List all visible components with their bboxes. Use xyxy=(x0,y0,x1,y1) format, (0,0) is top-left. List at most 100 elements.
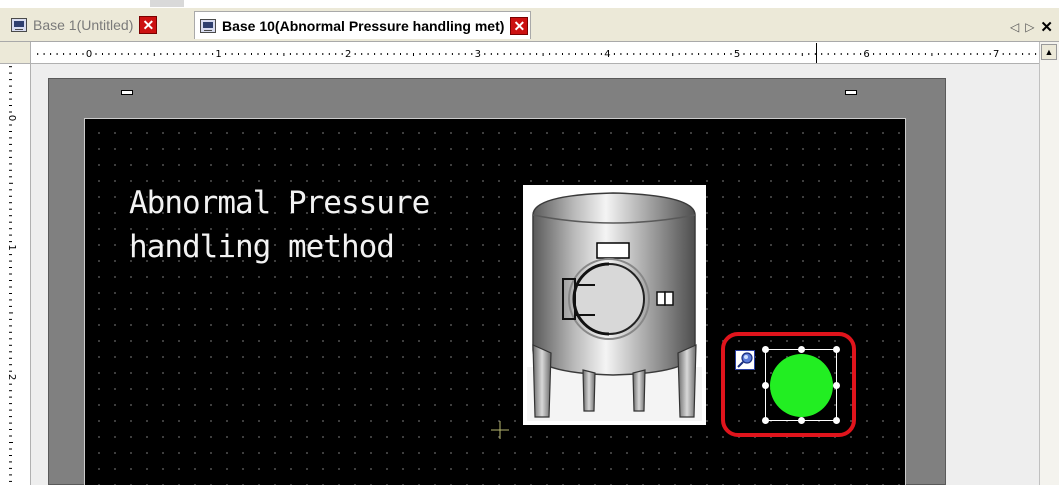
toolbar-fragment xyxy=(150,0,184,7)
close-editor-icon[interactable]: ✕ xyxy=(1040,18,1053,36)
ruler-tick xyxy=(9,208,12,210)
ruler-tick xyxy=(588,53,589,55)
scroll-up-button[interactable]: ▲ xyxy=(1041,44,1057,60)
ruler-tick xyxy=(9,182,13,184)
ruler-tick xyxy=(9,331,12,333)
lamp-indicator[interactable] xyxy=(770,354,833,417)
ruler-tick xyxy=(892,53,894,55)
ruler-tick xyxy=(1002,53,1004,55)
selection-handle[interactable] xyxy=(762,346,769,353)
ruler-tick xyxy=(834,53,836,55)
ruler-tick xyxy=(37,53,39,55)
ruler-tick xyxy=(322,53,324,55)
ruler-tick xyxy=(9,202,12,204)
tab-base-10[interactable]: Base 10(Abnormal Pressure handling met) … xyxy=(194,11,532,39)
tab-base-1[interactable]: Base 1(Untitled) ✕ xyxy=(6,11,158,39)
ruler-tick xyxy=(873,53,875,55)
selection-handle[interactable] xyxy=(798,346,805,353)
ruler-tick xyxy=(717,53,719,55)
tab-next-icon[interactable]: ▷ xyxy=(1025,20,1034,34)
ruler-tick xyxy=(562,53,563,55)
selection-handle[interactable] xyxy=(762,382,769,389)
ruler-tick xyxy=(257,53,259,55)
ruler-tick xyxy=(490,53,492,55)
ruler-tick xyxy=(918,53,920,55)
ruler-tick xyxy=(983,53,985,55)
ruler-tick xyxy=(1028,53,1030,55)
ruler-label: 5 xyxy=(734,49,740,60)
selection-handle[interactable] xyxy=(833,346,840,353)
ruler-tick xyxy=(9,241,12,243)
ruler-tick xyxy=(9,260,12,262)
ruler-tick xyxy=(912,53,913,55)
ruler-tick xyxy=(698,53,700,55)
ruler-tick xyxy=(9,189,12,191)
selection-handle[interactable] xyxy=(798,417,805,424)
ruler-tick xyxy=(471,53,473,55)
tab-prev-icon[interactable]: ◁ xyxy=(1010,20,1019,34)
text-line: handling method xyxy=(129,229,395,265)
ruler-tick xyxy=(9,467,12,469)
ruler-tick xyxy=(944,53,946,55)
ruler-tick xyxy=(549,53,551,55)
ruler-tick xyxy=(9,150,12,152)
ruler-tick xyxy=(536,53,538,55)
ruler-tick xyxy=(639,53,641,55)
close-tab-icon[interactable]: ✕ xyxy=(139,16,158,34)
drawing-workspace[interactable]: Abnormal Pressure handling method xyxy=(31,64,1039,485)
ruler-tick xyxy=(9,280,12,281)
vertical-scrollbar[interactable]: ▲ xyxy=(1039,42,1059,485)
ruler-tick xyxy=(374,53,376,55)
resize-handle[interactable] xyxy=(121,90,133,95)
ruler-label: 7 xyxy=(993,49,999,60)
ruler-tick xyxy=(9,131,12,132)
ruler-tick xyxy=(341,53,343,55)
ruler-tick xyxy=(9,234,12,236)
tab-label: Base 10(Abnormal Pressure handling met) xyxy=(222,17,505,34)
ruler-tick xyxy=(1009,53,1011,55)
ruler-tick xyxy=(283,53,285,56)
resize-handle[interactable] xyxy=(845,90,857,95)
ruler-tick xyxy=(976,53,978,55)
ruler-tick xyxy=(484,53,486,55)
screen-canvas[interactable]: Abnormal Pressure handling method xyxy=(84,118,906,485)
ruler-tick xyxy=(9,357,12,359)
ruler-tick xyxy=(626,53,628,55)
close-tab-icon[interactable]: ✕ xyxy=(510,16,529,35)
canvas-text-object[interactable]: Abnormal Pressure handling method xyxy=(129,181,430,269)
ruler-tick xyxy=(225,53,227,55)
selection-handle[interactable] xyxy=(833,417,840,424)
ruler-tick xyxy=(289,53,291,55)
parts-magnifier-icon[interactable] xyxy=(735,350,755,370)
lamp-selection-box[interactable] xyxy=(762,346,840,424)
ruler-tick xyxy=(50,53,52,55)
ruler-tick xyxy=(1035,53,1037,55)
ruler-tick xyxy=(853,53,855,55)
ruler-tick xyxy=(9,351,12,353)
ruler-tick xyxy=(659,53,661,55)
selection-handle[interactable] xyxy=(833,382,840,389)
ruler-tick xyxy=(387,53,389,55)
ruler-label: 4 xyxy=(604,49,610,60)
ruler-tick xyxy=(186,53,188,55)
ruler-tick xyxy=(9,480,12,482)
horizontal-ruler: 0 1 2 3 4 5 6 7 xyxy=(31,42,1039,64)
ruler-tick xyxy=(555,53,557,55)
tank-icon[interactable] xyxy=(523,185,706,425)
ruler-tick xyxy=(127,53,129,55)
ruler-tick xyxy=(9,254,12,256)
ruler-tick xyxy=(9,390,12,392)
ruler-tick xyxy=(600,53,602,55)
ruler-tick xyxy=(9,72,12,74)
selection-handle[interactable] xyxy=(762,417,769,424)
ruler-tick xyxy=(264,53,265,55)
ruler-tick xyxy=(302,53,304,55)
ruler-tick xyxy=(9,195,12,197)
ruler-tick xyxy=(827,53,829,55)
ruler-tick xyxy=(523,53,525,55)
ruler-tick xyxy=(9,409,12,411)
ruler-tick xyxy=(296,53,298,55)
ruler-label: 0 xyxy=(86,49,92,60)
ruler-tick xyxy=(147,53,149,55)
ruler-tick xyxy=(173,53,175,55)
